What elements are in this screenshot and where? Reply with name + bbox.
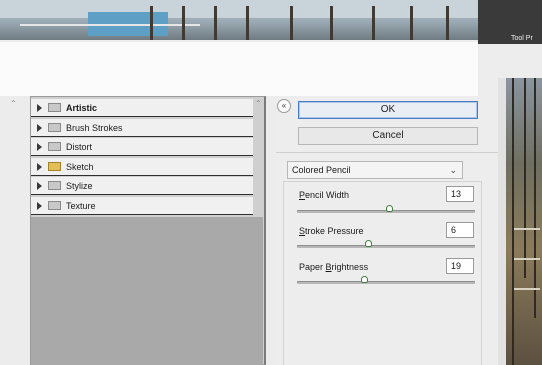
document-preview: [506, 78, 542, 365]
folder-icon: [48, 201, 61, 210]
dialog-left-gutter: [0, 96, 30, 365]
paper-brightness-input[interactable]: 19: [446, 258, 474, 274]
photo-tree: [410, 6, 413, 40]
photo-tree: [330, 6, 333, 40]
ok-button[interactable]: OK: [298, 101, 478, 119]
category-label: Brush Strokes: [66, 122, 123, 133]
photo-tree: [246, 6, 249, 40]
filter-category-stylize[interactable]: Stylize: [31, 177, 253, 195]
pencil-width-input[interactable]: 13: [446, 186, 474, 202]
folder-icon: [48, 142, 61, 151]
preview-rail: [514, 258, 540, 260]
divider: [276, 152, 498, 153]
filter-select[interactable]: Colored Pencil ⌄: [287, 161, 463, 179]
document-canvas-top: [0, 0, 542, 40]
stroke-pressure-input[interactable]: 6: [446, 222, 474, 238]
stroke-pressure-label: Stroke Pressure: [299, 226, 364, 236]
preview-tree: [534, 78, 536, 318]
expand-triangle-icon[interactable]: [37, 162, 42, 171]
photo-tree: [372, 6, 375, 40]
folder-open-icon: [48, 162, 61, 171]
tree-scroll-up-icon[interactable]: ⌃: [255, 99, 262, 108]
category-label: Artistic: [66, 102, 98, 113]
collapse-panel-icon[interactable]: «: [277, 99, 291, 113]
expand-triangle-icon[interactable]: [37, 201, 42, 210]
expand-triangle-icon[interactable]: [37, 142, 42, 151]
folder-icon: [48, 103, 61, 112]
photo-sky: [0, 0, 542, 18]
pencil-width-slider-thumb[interactable]: [386, 205, 394, 212]
photo-fence: [20, 24, 200, 26]
filter-thumbnail-area: [31, 217, 263, 365]
preview-rail: [514, 288, 540, 290]
chevron-down-icon[interactable]: ⌄: [449, 162, 457, 178]
stroke-pressure-slider-thumb[interactable]: [364, 240, 372, 247]
scroll-up-icon[interactable]: ⌃: [10, 99, 17, 108]
dialog-header-area: [0, 42, 478, 96]
category-label: Stylize: [66, 180, 93, 191]
filter-category-brush-strokes[interactable]: Brush Strokes: [31, 119, 253, 137]
expand-triangle-icon[interactable]: [37, 123, 42, 132]
expand-triangle-icon[interactable]: [37, 103, 42, 112]
filter-select-value: Colored Pencil: [292, 165, 351, 175]
filter-category-texture[interactable]: Texture: [31, 197, 253, 215]
category-label: Texture: [66, 200, 96, 211]
photo-tree: [446, 6, 449, 40]
category-label: Sketch: [66, 161, 94, 172]
cancel-button[interactable]: Cancel: [298, 127, 478, 145]
stroke-pressure-slider[interactable]: [297, 245, 475, 248]
folder-icon: [48, 181, 61, 190]
pencil-width-label: Pencil Width: [299, 190, 350, 200]
photo-tree: [150, 6, 153, 40]
filter-category-distort[interactable]: Distort: [31, 138, 253, 156]
photo-tree: [214, 6, 217, 40]
paper-brightness-slider[interactable]: [297, 281, 475, 284]
preview-rail: [514, 228, 540, 230]
expand-triangle-icon[interactable]: [37, 181, 42, 190]
panel-separator: [266, 96, 276, 365]
category-label: Distort: [66, 141, 93, 152]
tool-presets-tab[interactable]: Tool Pr: [511, 35, 533, 42]
filter-category-tree: Artistic Brush Strokes Distort Sketch St…: [30, 96, 266, 365]
filter-category-sketch[interactable]: Sketch: [31, 158, 253, 176]
paper-brightness-slider-thumb[interactable]: [361, 276, 369, 283]
photo-tree: [182, 6, 185, 40]
dialog-right-edge: [498, 78, 506, 365]
filter-category-artistic[interactable]: Artistic: [31, 99, 253, 117]
preview-tree: [524, 78, 526, 278]
paper-brightness-label: Paper Brightness: [299, 262, 369, 272]
preview-tree: [512, 78, 514, 365]
folder-icon: [48, 123, 61, 132]
photo-tree: [290, 6, 293, 40]
